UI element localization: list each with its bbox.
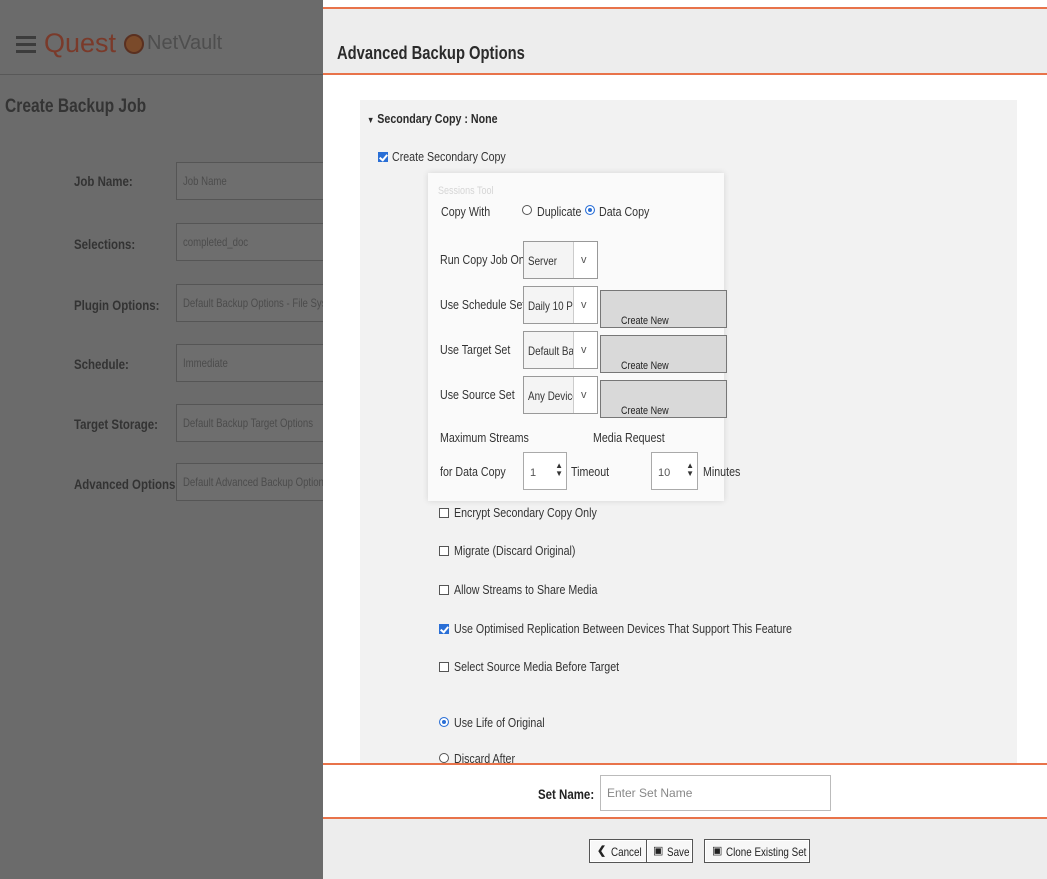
target-storage-label: Target Storage:	[74, 416, 158, 432]
optimised-replication-label: Use Optimised Replication Between Device…	[454, 621, 792, 636]
chevron-down-icon: v	[581, 389, 587, 401]
max-streams-label-2: for Data Copy	[440, 464, 506, 479]
accent-line	[323, 763, 1047, 765]
select-source-media-label: Select Source Media Before Target	[454, 659, 620, 674]
panel-header: Advanced Backup Options	[323, 9, 1047, 73]
encrypt-secondary-copy-checkbox[interactable]	[439, 508, 449, 518]
schedule-create-new-button[interactable]: Create New	[600, 290, 727, 328]
quest-logo: Quest	[44, 28, 117, 58]
collapse-triangle-icon: ▼	[367, 115, 375, 125]
cancel-label: Cancel	[611, 845, 642, 859]
encrypt-secondary-copy-label: Encrypt Secondary Copy Only	[454, 505, 597, 520]
use-source-set-label: Use Source Set	[440, 387, 515, 402]
save-button[interactable]: ▣ Save	[646, 839, 693, 863]
advanced-backup-options-panel: Advanced Backup Options ▼ Secondary Copy…	[323, 0, 1047, 879]
schedule-field: Immediate	[176, 344, 326, 382]
allow-streams-share-media-label: Allow Streams to Share Media	[454, 582, 598, 597]
use-source-set-value: Any Device	[528, 389, 578, 403]
discard-after-radio[interactable]	[439, 753, 449, 763]
data-copy-radio[interactable]	[585, 205, 595, 215]
migrate-discard-original-label: Migrate (Discard Original)	[454, 543, 576, 558]
divider	[0, 74, 323, 75]
duplicate-radio[interactable]	[522, 205, 532, 215]
up-down-arrows-icon[interactable]: ▲ ▼	[555, 462, 563, 478]
timeout-label: Timeout	[571, 464, 610, 479]
job-name-label: Job Name:	[74, 173, 133, 189]
job-name-field: Job Name	[176, 162, 326, 200]
secondary-copy-section-toggle[interactable]: ▼ Secondary Copy : None	[367, 111, 526, 126]
accent-line	[323, 73, 1047, 75]
max-streams-spinner[interactable]: 1 ▲ ▼	[523, 452, 567, 490]
run-copy-job-on-value: Server	[528, 254, 557, 268]
create-new-label: Create New	[621, 315, 669, 327]
faded-label: Sessions Tool	[438, 185, 494, 197]
create-new-label: Create New	[621, 360, 669, 372]
optimised-replication-checkbox[interactable]	[439, 624, 449, 634]
use-target-set-select[interactable]: Default Bac... v	[523, 331, 598, 369]
hamburger-menu-icon[interactable]	[16, 36, 36, 57]
netvault-logo-icon	[124, 34, 144, 54]
max-streams-value: 1	[530, 467, 537, 479]
media-request-label: Media Request	[593, 430, 665, 445]
selections-field: completed_doc	[176, 223, 326, 261]
clone-existing-set-button[interactable]: ▣ Clone Existing Set	[704, 839, 810, 863]
duplicate-label: Duplicate	[537, 204, 582, 219]
chevron-left-icon: ❮	[597, 845, 607, 857]
create-new-label: Create New	[621, 405, 669, 417]
plugin-options-label: Plugin Options:	[74, 297, 160, 313]
chevron-down-icon: v	[581, 344, 587, 356]
netvault-logo-text: NetVault	[147, 32, 223, 54]
use-life-of-original-radio[interactable]	[439, 717, 449, 727]
target-storage-field: Default Backup Target Options	[176, 404, 326, 442]
discard-after-label: Discard After	[454, 751, 516, 763]
clone-existing-set-label: Clone Existing Set	[726, 845, 807, 859]
options-scroll-area[interactable]: ▼ Secondary Copy : None Create Secondary…	[360, 100, 1017, 763]
minutes-label: Minutes	[703, 464, 741, 479]
page-title: Create Backup Job	[5, 96, 147, 117]
migrate-discard-original-checkbox[interactable]	[439, 546, 449, 556]
clone-icon: ▣	[712, 845, 723, 857]
use-target-set-label: Use Target Set	[440, 342, 511, 357]
data-copy-label: Data Copy	[599, 204, 650, 219]
plugin-options-field: Default Backup Options - File System -	[176, 284, 326, 322]
copy-with-label: Copy With	[441, 204, 491, 219]
schedule-label: Schedule:	[74, 356, 129, 372]
chevron-down-icon: v	[581, 299, 587, 311]
background-page: Quest NetVault Create Backup Job Job Nam…	[0, 0, 328, 879]
use-source-set-select[interactable]: Any Device v	[523, 376, 598, 414]
set-name-label: Set Name:	[538, 786, 595, 802]
max-streams-label: Maximum Streams	[440, 430, 529, 445]
media-request-timeout-value: 10	[658, 467, 671, 479]
use-life-of-original-label: Use Life of Original	[454, 715, 545, 730]
create-secondary-copy-checkbox[interactable]	[378, 152, 388, 162]
allow-streams-share-media-checkbox[interactable]	[439, 585, 449, 595]
use-schedule-set-select[interactable]: Daily 10 PM v	[523, 286, 598, 324]
up-down-arrows-icon[interactable]: ▲ ▼	[686, 462, 694, 478]
run-copy-job-on-select[interactable]: Server v	[523, 241, 598, 279]
chevron-down-icon: v	[581, 254, 587, 266]
advanced-options-field: Default Advanced Backup Options	[176, 463, 328, 501]
cancel-button[interactable]: ❮ Cancel	[589, 839, 651, 863]
selections-label: Selections:	[74, 236, 136, 252]
select-source-media-checkbox[interactable]	[439, 662, 449, 672]
top-navigation-bar: Quest NetVault	[0, 8, 323, 74]
source-create-new-button[interactable]: Create New	[600, 380, 727, 418]
target-create-new-button[interactable]: Create New	[600, 335, 727, 373]
save-icon: ▣	[653, 845, 664, 857]
set-name-input[interactable]	[600, 775, 831, 811]
save-label: Save	[667, 845, 690, 859]
panel-title: Advanced Backup Options	[337, 43, 525, 63]
create-secondary-copy-label: Create Secondary Copy	[392, 149, 506, 164]
media-request-timeout-spinner[interactable]: 10 ▲ ▼	[651, 452, 698, 490]
